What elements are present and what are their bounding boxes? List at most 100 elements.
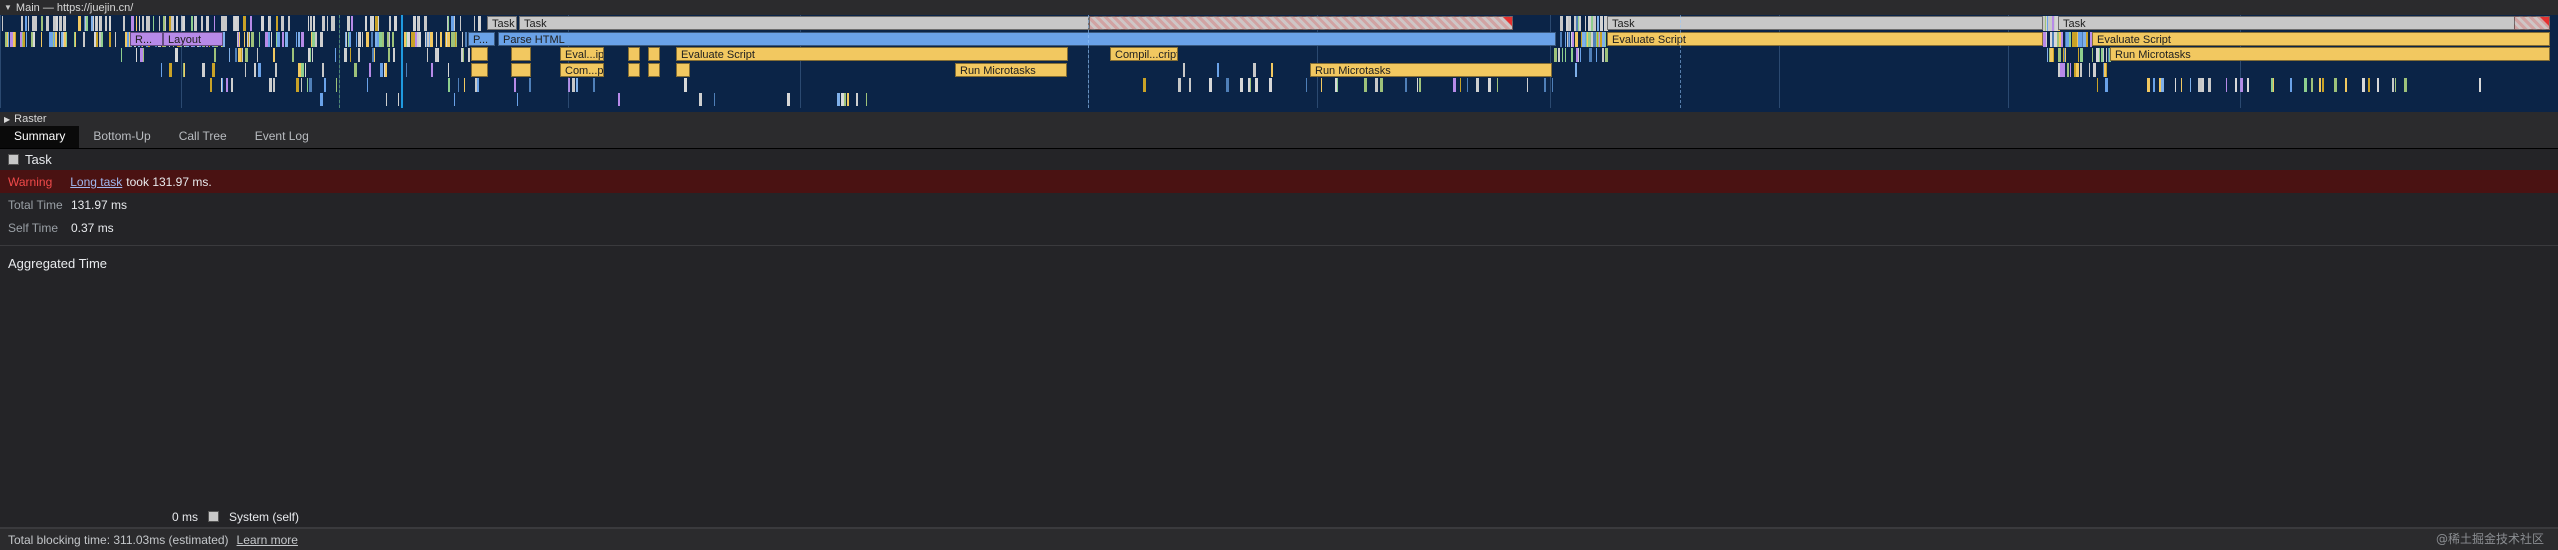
event-name: Task [25, 151, 52, 167]
micro-event [230, 78, 233, 92]
micro-event [1453, 78, 1457, 92]
flame-bar[interactable]: Run Microtasks [1310, 62, 1552, 77]
micro-event [1381, 78, 1383, 92]
micro-event [108, 16, 112, 31]
micro-event [2064, 48, 2066, 62]
flame-bar[interactable]: Parse HTML [498, 31, 1556, 46]
micro-event [2105, 63, 2108, 77]
flame-bar[interactable]: Task [519, 16, 1089, 30]
details-tabbar[interactable]: Summary Bottom-Up Call Tree Event Log [0, 124, 2558, 149]
micro-event [2058, 48, 2062, 62]
flame-bar[interactable]: Run Microtasks [2110, 47, 2550, 61]
micro-event [346, 16, 350, 31]
micro-event [202, 63, 206, 77]
triangle-right-icon[interactable]: ▶ [4, 115, 10, 124]
micro-event [121, 48, 123, 62]
tab-bottom-up[interactable]: Bottom-Up [79, 124, 164, 148]
flame-bar[interactable]: Evaluate Script [676, 47, 1068, 61]
micro-event [142, 48, 144, 62]
micro-event [28, 16, 30, 31]
flame-bar[interactable] [648, 62, 660, 77]
flame-bar[interactable]: Task [487, 16, 517, 30]
micro-event [1595, 48, 1598, 62]
micro-event [474, 78, 477, 92]
micro-event [1405, 78, 1408, 92]
flame-bar[interactable] [511, 62, 531, 77]
flame-bar[interactable] [471, 62, 488, 77]
flame-bar-label: Eval...ipt [565, 49, 604, 61]
micro-event [4, 32, 8, 47]
micro-event [1564, 48, 1566, 62]
raster-track-header[interactable]: ▶ Raster [0, 112, 2558, 126]
flame-bar[interactable]: P... [468, 31, 495, 46]
flame-bar[interactable] [511, 47, 531, 61]
triangle-down-icon[interactable]: ▼ [4, 3, 12, 12]
flame-bar[interactable] [471, 47, 488, 61]
micro-event [445, 32, 447, 47]
performance-flame-chart[interactable]: ▼ Main — https://juejin.cn/ Task Task Task… [0, 0, 2558, 126]
micro-event [1605, 48, 1609, 62]
tab-call-tree[interactable]: Call Tree [165, 124, 241, 148]
total-blocking-time-text: Total blocking time: 311.03ms (estimated… [8, 532, 229, 547]
flame-bar[interactable]: Layout [163, 31, 223, 46]
flame-bar[interactable] [1089, 16, 1513, 30]
micro-event [236, 16, 239, 31]
micro-event [1417, 78, 1419, 92]
micro-event [334, 48, 336, 62]
flame-bar[interactable]: Task [2058, 16, 2550, 30]
raster-track-title: Raster [14, 113, 47, 125]
long-task-link[interactable]: Long task [70, 175, 122, 189]
micro-event [1476, 78, 1479, 92]
flame-bar[interactable]: Com...pt [560, 62, 604, 77]
micro-event [226, 78, 229, 92]
micro-event [169, 63, 172, 77]
flame-bar[interactable] [628, 62, 640, 77]
micro-event [315, 32, 318, 47]
micro-event [2057, 63, 2060, 77]
main-track-header[interactable]: ▼ Main — https://juejin.cn/ [0, 0, 2558, 15]
flame-bar[interactable]: R... [130, 31, 163, 46]
micro-event [124, 32, 128, 47]
micro-event [2198, 78, 2202, 92]
micro-event [385, 93, 387, 106]
timeline-playhead[interactable] [401, 15, 403, 108]
total-time-value: 131.97 ms [71, 197, 128, 212]
micro-event [96, 16, 98, 31]
micro-event [366, 32, 369, 47]
flame-bar-label: Evaluate Script [1612, 33, 1686, 46]
micro-event [2392, 78, 2395, 92]
flame-bar[interactable]: Task [1607, 16, 2043, 30]
learn-more-link[interactable]: Learn more [237, 533, 298, 547]
micro-event [1579, 16, 1582, 31]
flame-bar-label: Layout [168, 33, 202, 46]
micro-event [206, 16, 209, 31]
micro-event [371, 16, 374, 31]
flame-bar[interactable] [648, 47, 660, 61]
long-task-hatch[interactable] [2514, 16, 2550, 30]
main-thread-track[interactable]: Task Task Task Task R... Layout P... Parse HTML… [0, 15, 2558, 108]
micro-event [307, 48, 311, 62]
micro-event [2403, 78, 2407, 92]
micro-event [394, 16, 397, 31]
micro-event [273, 48, 276, 62]
micro-event [2060, 63, 2063, 77]
flame-bar[interactable]: Eval...ipt [560, 47, 604, 61]
micro-event [351, 16, 353, 31]
tab-summary[interactable]: Summary [0, 124, 80, 148]
micro-event [345, 32, 347, 47]
tab-event-log[interactable]: Event Log [241, 124, 323, 148]
flame-bar[interactable] [628, 47, 640, 61]
flame-bar[interactable] [676, 62, 690, 77]
micro-event [381, 32, 385, 47]
flame-bar[interactable]: Compil...cript [1110, 47, 1178, 61]
micro-event [372, 48, 375, 62]
micro-event [1374, 78, 1378, 92]
flame-bar[interactable]: Evaluate Script [1607, 31, 2043, 46]
micro-event [275, 63, 277, 77]
micro-event [2049, 48, 2053, 62]
micro-event [1570, 32, 1572, 47]
micro-event [326, 16, 329, 31]
flame-bar[interactable]: Run Microtasks [955, 62, 1067, 77]
flame-bar[interactable]: Evaluate Script [2092, 31, 2550, 46]
micro-event [407, 32, 411, 47]
